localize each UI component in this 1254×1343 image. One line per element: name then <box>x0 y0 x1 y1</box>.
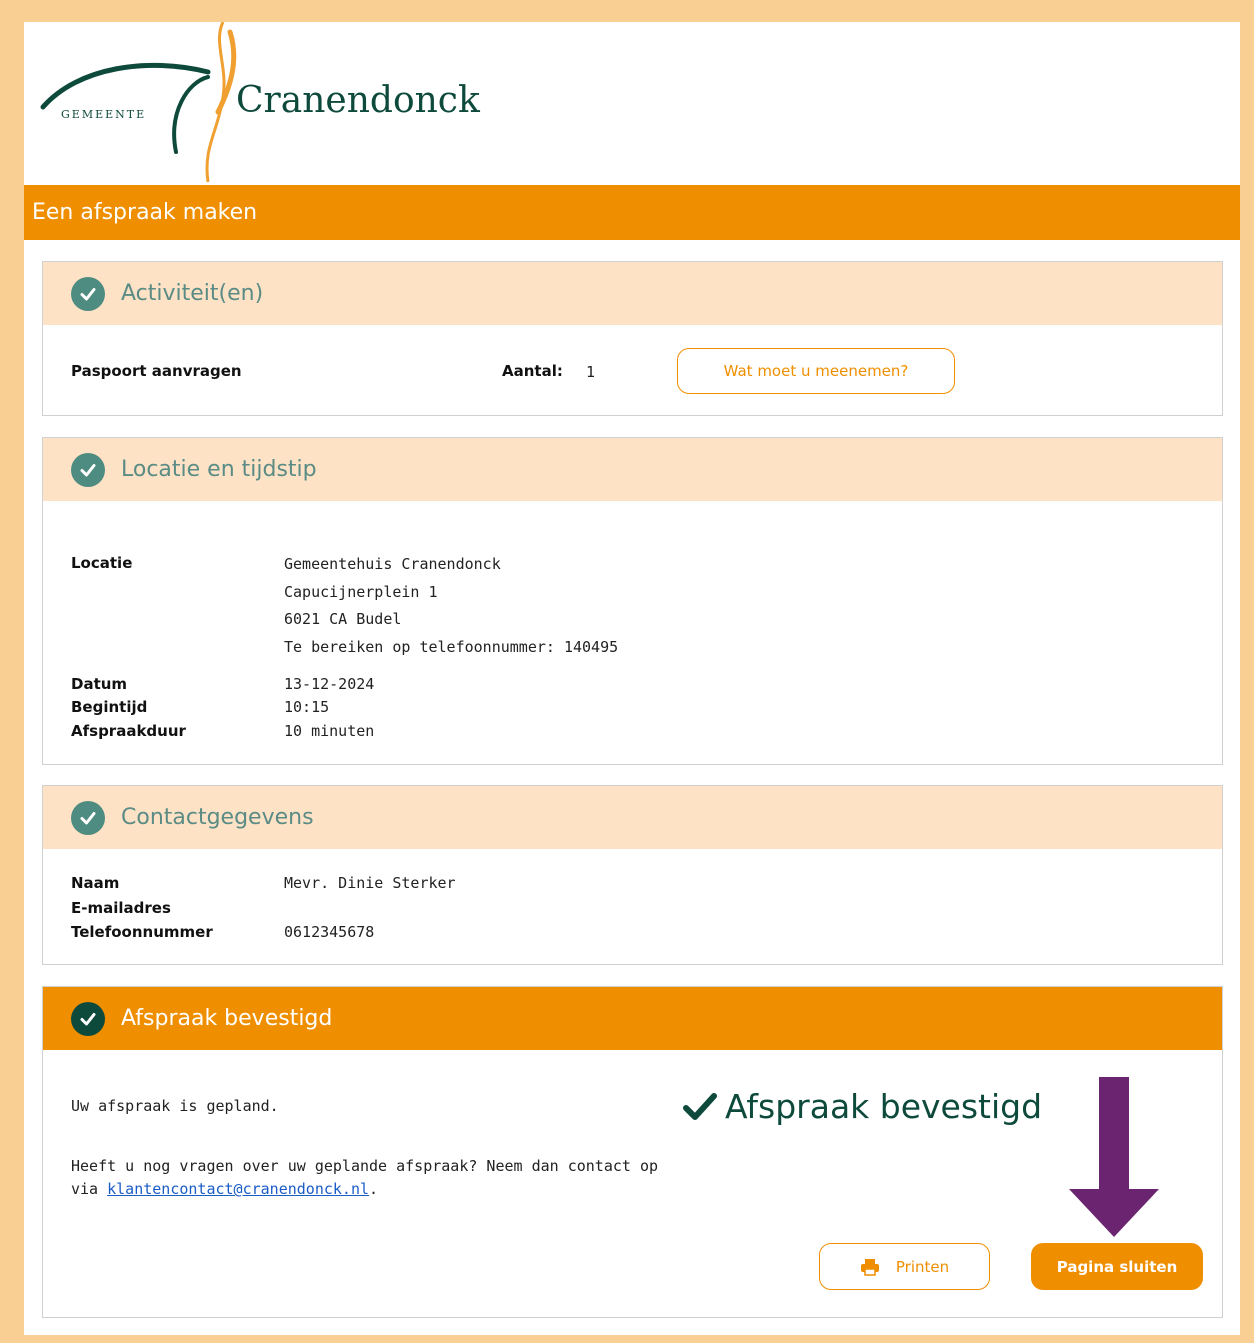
via-text: via <box>71 1180 108 1198</box>
duration-value: 10 minuten <box>284 722 375 740</box>
name-label: Naam <box>71 874 120 892</box>
checkmark-icon <box>683 1092 717 1120</box>
email-label: E-mailadres <box>71 899 171 917</box>
phone-value: 0612345678 <box>284 923 375 941</box>
question-line: Heeft u nog vragen over uw geplande afsp… <box>71 1157 658 1175</box>
count-label: Aantal: <box>502 362 563 380</box>
name-value: Mevr. Dinie Sterker <box>284 874 456 892</box>
check-icon <box>71 800 105 835</box>
address-line-3: 6021 CA Budel <box>284 610 402 628</box>
confirmation-panel: Afspraak bevestigd Uw afspraak is geplan… <box>42 986 1223 1318</box>
confirmed-status: Afspraak bevestigd <box>683 1087 1042 1126</box>
check-icon <box>71 452 105 487</box>
cranendonck-logo-icon <box>40 22 237 183</box>
printer-icon <box>860 1258 879 1276</box>
phone-label: Telefoonnummer <box>71 923 213 941</box>
logo-prefix: GEMEENTE <box>61 108 147 121</box>
count-value: 1 <box>586 363 596 381</box>
print-button-label: Printen <box>895 1257 950 1276</box>
site-header: GEMEENTE Cranendonck <box>24 22 1240 185</box>
start-time-value: 10:15 <box>284 698 330 716</box>
start-time-label: Begintijd <box>71 698 148 716</box>
check-icon <box>71 276 105 311</box>
annotation-arrow-icon <box>1069 1077 1159 1237</box>
address-line-4: Te bereiken op telefoonnummer: 140495 <box>284 638 619 656</box>
confirmation-heading: Afspraak bevestigd <box>121 1006 333 1031</box>
confirmed-status-text: Afspraak bevestigd <box>725 1087 1043 1126</box>
contact-panel-header: Contactgegevens <box>43 786 1222 849</box>
activities-panel: Activiteit(en) Paspoort aanvragen Aantal… <box>42 261 1223 416</box>
question-text: Heeft u nog vragen over uw geplande afsp… <box>71 1155 671 1201</box>
date-label: Datum <box>71 675 128 693</box>
print-button[interactable]: Printen <box>819 1243 990 1290</box>
duration-label: Afspraakduur <box>71 722 186 740</box>
what-to-bring-button[interactable]: Wat moet u meenemen? <box>677 348 955 394</box>
page-title: Een afspraak maken <box>24 185 1240 240</box>
location-panel-header: Locatie en tijdstip <box>43 438 1222 501</box>
contact-heading: Contactgegevens <box>121 805 314 830</box>
confirmation-panel-header: Afspraak bevestigd <box>43 987 1222 1050</box>
page-frame: GEMEENTE Cranendonck Een afspraak maken … <box>24 22 1240 1335</box>
activities-panel-header: Activiteit(en) <box>43 262 1222 325</box>
planned-text: Uw afspraak is gepland. <box>71 1097 279 1115</box>
date-value: 13-12-2024 <box>284 675 375 693</box>
close-page-button[interactable]: Pagina sluiten <box>1031 1243 1203 1290</box>
location-label: Locatie <box>71 554 133 572</box>
address-line-1: Gemeentehuis Cranendonck <box>284 555 501 573</box>
activity-label: Paspoort aanvragen <box>71 362 242 380</box>
location-panel: Locatie en tijdstip Locatie Gemeentehuis… <box>42 437 1223 765</box>
check-icon <box>71 1001 105 1036</box>
activities-heading: Activiteit(en) <box>121 281 264 306</box>
logo-name: Cranendonck <box>236 80 480 121</box>
contact-email-link[interactable]: klantencontact@cranendonck.nl <box>107 1180 369 1198</box>
address-line-2: Capucijnerplein 1 <box>284 583 438 601</box>
location-heading: Locatie en tijdstip <box>121 457 317 482</box>
period-text: . <box>369 1180 379 1198</box>
contact-panel: Contactgegevens Naam Mevr. Dinie Sterker… <box>42 785 1223 965</box>
